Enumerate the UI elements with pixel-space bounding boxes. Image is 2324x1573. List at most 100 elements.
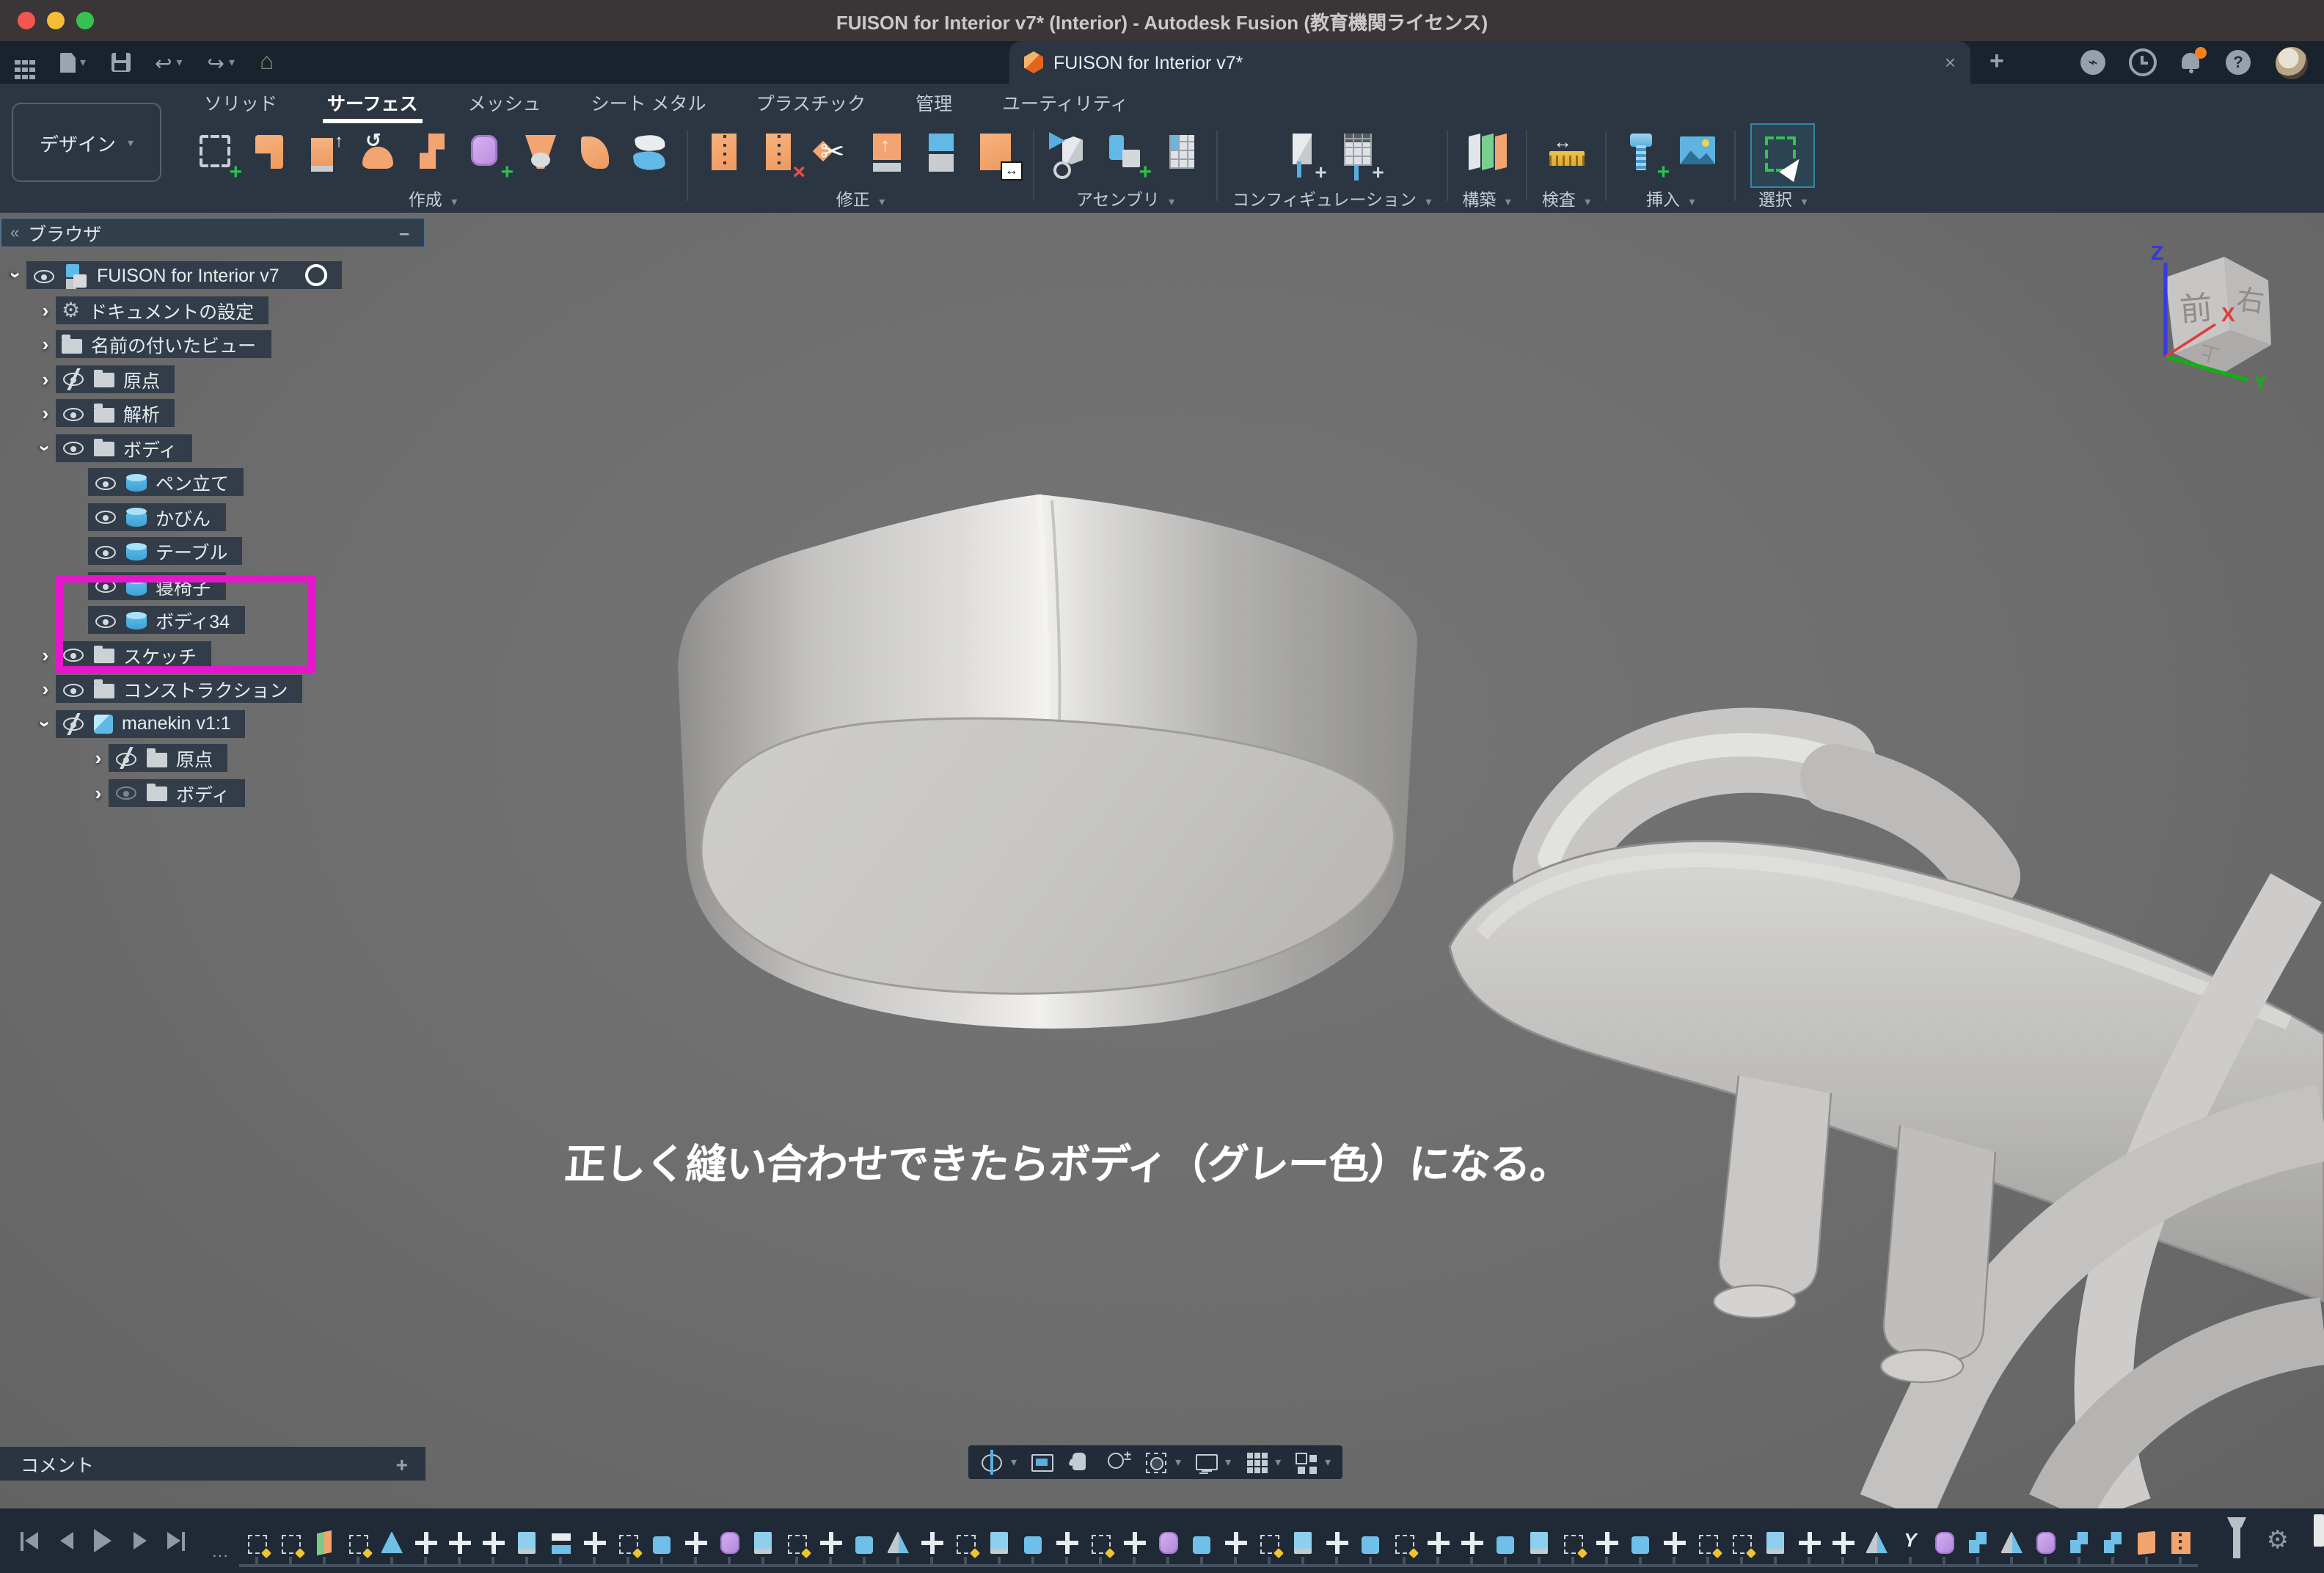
timeline-feature-form-icon[interactable] bbox=[1156, 1528, 1180, 1553]
timeline-scrollbar[interactable] bbox=[2314, 1514, 2324, 1547]
grid-settings-icon[interactable] bbox=[1244, 1450, 1269, 1475]
timeline-feature-sketch-icon[interactable] bbox=[1257, 1528, 1281, 1553]
timeline-feature-plane-icon[interactable] bbox=[313, 1528, 336, 1553]
go-to-end-button[interactable] bbox=[161, 1526, 191, 1555]
zoom-window-icon[interactable] bbox=[1144, 1450, 1169, 1475]
visibility-eye-icon[interactable] bbox=[62, 437, 85, 459]
user-avatar[interactable] bbox=[2274, 45, 2309, 80]
expander-icon[interactable]: › bbox=[35, 399, 56, 427]
timeline-feature-sketch-icon[interactable] bbox=[1392, 1528, 1416, 1553]
timeline-feature-blue-icon[interactable] bbox=[1190, 1528, 1213, 1553]
timeline-feature-extrude-icon[interactable] bbox=[1527, 1528, 1551, 1553]
timeline-feature-surface-icon[interactable] bbox=[2135, 1528, 2158, 1553]
tree-item-origin[interactable]: › 原点 bbox=[0, 365, 343, 393]
tree-item-body-table[interactable]: テーブル bbox=[0, 537, 343, 565]
browser-minimize-icon[interactable]: – bbox=[399, 222, 409, 243]
display-settings-icon[interactable] bbox=[1194, 1450, 1219, 1475]
tab-plastic[interactable]: プラスチック bbox=[731, 84, 891, 119]
timeline-feature-sketch-icon[interactable] bbox=[1696, 1528, 1720, 1553]
timeline-feature-form-icon[interactable] bbox=[2034, 1528, 2057, 1553]
viewcube[interactable]: 前 右 上 Z Y X bbox=[2130, 239, 2283, 392]
joint-table-icon[interactable] bbox=[1158, 128, 1202, 180]
offset-surface-icon[interactable] bbox=[628, 128, 672, 180]
tab-manage[interactable]: 管理 bbox=[891, 84, 977, 119]
timeline-feature-move-icon[interactable] bbox=[1797, 1528, 1821, 1553]
stitch-icon[interactable] bbox=[703, 128, 747, 180]
tab-solid[interactable]: ソリッド bbox=[179, 84, 302, 119]
visibility-eye-dim-icon[interactable] bbox=[114, 781, 138, 803]
timeline-feature-sketch-icon[interactable] bbox=[245, 1528, 268, 1553]
group-label-assemble[interactable]: アセンブリ ▾ bbox=[1049, 188, 1202, 211]
tree-item-construction[interactable]: › コンストラクション bbox=[0, 675, 343, 703]
timeline-feature-sketch-icon[interactable] bbox=[346, 1528, 370, 1553]
timeline-feature-form-icon[interactable] bbox=[717, 1528, 741, 1553]
configuration-icon[interactable] bbox=[1283, 128, 1327, 180]
undo-button[interactable]: ↩▾ bbox=[155, 52, 183, 73]
visibility-eye-off-icon[interactable] bbox=[62, 368, 85, 390]
timeline-feature-move-icon[interactable] bbox=[1055, 1528, 1078, 1553]
timeline-feature-move-icon[interactable] bbox=[1662, 1528, 1686, 1553]
timeline-feature-mirror-icon[interactable] bbox=[1865, 1528, 1888, 1553]
zoom-icon[interactable] bbox=[1106, 1450, 1131, 1475]
step-back-button[interactable] bbox=[51, 1526, 81, 1555]
comments-bar[interactable]: コメント + bbox=[0, 1447, 425, 1481]
insert-canvas-icon[interactable] bbox=[1676, 128, 1720, 180]
group-label-modify[interactable]: 修正 ▾ bbox=[703, 188, 1018, 211]
select-tool-active[interactable] bbox=[1750, 123, 1815, 187]
timeline-feature-move-icon[interactable] bbox=[582, 1528, 606, 1553]
visibility-eye-icon[interactable] bbox=[62, 402, 85, 424]
save-button[interactable] bbox=[111, 53, 130, 72]
visibility-eye-icon[interactable] bbox=[32, 264, 56, 286]
expander-icon[interactable]: › bbox=[32, 713, 59, 734]
tree-item-manekin-bodies[interactable]: › ボディ bbox=[0, 778, 343, 806]
tree-item-body-vase[interactable]: かびん bbox=[0, 503, 343, 530]
visibility-eye-icon[interactable] bbox=[94, 506, 117, 528]
timeline-feature-extrude-icon[interactable] bbox=[987, 1528, 1011, 1553]
group-label-configure[interactable]: コンフィギュレーション ▾ bbox=[1232, 188, 1431, 211]
timeline-feature-sketch-icon[interactable] bbox=[1730, 1528, 1753, 1553]
expander-icon[interactable]: › bbox=[32, 437, 59, 458]
timeline-feature-move-icon[interactable] bbox=[414, 1528, 437, 1553]
timeline-feature-move-icon[interactable] bbox=[1122, 1528, 1146, 1553]
timeline-settings-gear-icon[interactable]: ⚙ bbox=[2267, 1528, 2290, 1552]
notifications-icon[interactable] bbox=[2180, 51, 2202, 73]
tab-mesh[interactable]: メッシュ bbox=[443, 84, 566, 119]
job-status-icon[interactable] bbox=[2129, 48, 2157, 76]
tree-item-manekin-component[interactable]: › manekin v1:1 bbox=[0, 709, 343, 737]
timeline-feature-blue-icon[interactable] bbox=[1021, 1528, 1045, 1553]
tab-sheet-metal[interactable]: シート メタル bbox=[566, 84, 731, 119]
home-button[interactable]: ⌂ bbox=[260, 51, 274, 74]
new-component-icon[interactable]: + bbox=[1103, 128, 1147, 180]
timeline-feature-offset-icon[interactable] bbox=[549, 1528, 572, 1553]
redo-button[interactable]: ↪▾ bbox=[208, 52, 235, 73]
timeline-feature-move-icon[interactable] bbox=[447, 1528, 471, 1553]
merge-icon[interactable] bbox=[920, 128, 964, 180]
timeline-feature-move-icon[interactable] bbox=[481, 1528, 505, 1553]
group-label-inspect[interactable]: 検査 ▾ bbox=[1542, 188, 1590, 211]
timeline-feature-loft-icon[interactable] bbox=[380, 1528, 403, 1553]
look-at-icon[interactable] bbox=[1030, 1450, 1055, 1475]
loft-icon[interactable] bbox=[519, 128, 563, 180]
visibility-eye-off-icon[interactable] bbox=[62, 712, 85, 734]
help-icon[interactable]: ? bbox=[2226, 50, 2251, 75]
timeline-feature-extrude-icon[interactable] bbox=[1291, 1528, 1315, 1553]
extrude-icon[interactable] bbox=[248, 128, 292, 180]
timeline-feature-thicken-icon[interactable] bbox=[1966, 1528, 1989, 1553]
timeline-feature-form-icon[interactable] bbox=[1932, 1528, 1956, 1553]
timeline-playhead[interactable] bbox=[2233, 1520, 2240, 1558]
group-label-create[interactable]: 作成 ▾ bbox=[194, 188, 672, 211]
revolve-icon[interactable] bbox=[357, 128, 401, 180]
tree-item-body-penstand[interactable]: ペン立て bbox=[0, 468, 343, 496]
create-sketch-icon[interactable]: + bbox=[194, 128, 238, 180]
visibility-eye-off-icon[interactable] bbox=[114, 747, 138, 769]
tree-item-manekin-origin[interactable]: › 原点 bbox=[0, 744, 343, 772]
add-comment-icon[interactable]: + bbox=[396, 1452, 408, 1475]
timeline-feature-sketch-icon[interactable] bbox=[1561, 1528, 1585, 1553]
timeline-feature-extrude-icon[interactable] bbox=[751, 1528, 775, 1553]
app-grid-icon[interactable] bbox=[15, 60, 34, 65]
timeline-feature-split-icon[interactable] bbox=[1899, 1528, 1922, 1553]
close-tab-icon[interactable]: × bbox=[1945, 51, 1956, 73]
timeline-feature-blue-icon[interactable] bbox=[1359, 1528, 1382, 1553]
tree-item-document-settings[interactable]: › ⚙ドキュメントの設定 bbox=[0, 296, 343, 324]
trim-icon[interactable] bbox=[811, 128, 855, 180]
